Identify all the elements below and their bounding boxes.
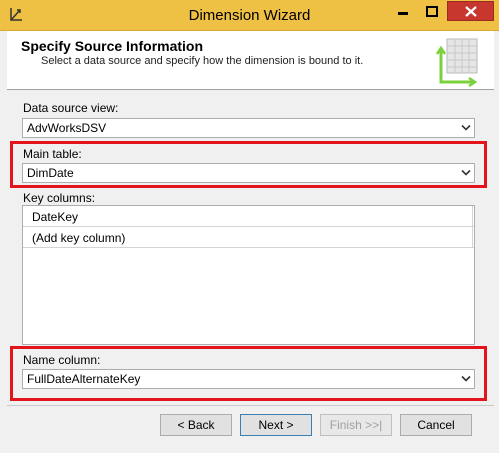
- add-key-column-cell: (Add key column): [32, 231, 126, 245]
- data-source-view-dropdown[interactable]: AdvWorksDSV: [22, 118, 475, 138]
- chevron-down-icon: [461, 124, 471, 131]
- close-button[interactable]: [447, 1, 494, 21]
- key-column-cell: DateKey: [32, 210, 79, 224]
- title-bar[interactable]: Dimension Wizard: [0, 0, 499, 31]
- minimize-icon: [397, 12, 408, 15]
- close-icon: [464, 5, 477, 17]
- name-column-dropdown[interactable]: FullDateAlternateKey: [22, 369, 475, 389]
- page-title: Specify Source Information: [21, 38, 204, 54]
- maximize-button[interactable]: [418, 1, 445, 21]
- key-columns-grid[interactable]: DateKey (Add key column): [22, 205, 475, 345]
- grid-divider: [472, 206, 473, 248]
- dimension-wizard-window: Dimension Wizard Specify Source Informat…: [0, 0, 499, 453]
- back-button[interactable]: < Back: [160, 414, 232, 436]
- table-row[interactable]: (Add key column): [23, 227, 474, 248]
- next-button[interactable]: Next >: [240, 414, 312, 436]
- cancel-button[interactable]: Cancel: [400, 414, 472, 436]
- footer-divider: [7, 405, 494, 406]
- data-source-view-label: Data source view:: [23, 101, 119, 115]
- header-divider: [7, 89, 494, 90]
- chevron-down-icon: [461, 169, 471, 176]
- dimension-cube-icon: [435, 38, 478, 88]
- table-row[interactable]: DateKey: [23, 206, 474, 227]
- data-source-view-value: AdvWorksDSV: [27, 121, 107, 135]
- main-table-dropdown[interactable]: DimDate: [22, 163, 475, 183]
- main-table-value: DimDate: [27, 166, 74, 180]
- chevron-down-icon: [461, 375, 471, 382]
- maximize-icon: [425, 5, 438, 17]
- page-subtitle: Select a data source and specify how the…: [41, 55, 364, 67]
- key-columns-label: Key columns:: [23, 191, 96, 205]
- name-column-label: Name column:: [23, 353, 101, 367]
- main-table-label: Main table:: [23, 147, 82, 161]
- name-column-value: FullDateAlternateKey: [27, 372, 141, 386]
- minimize-button[interactable]: [389, 1, 416, 21]
- wizard-header: Specify Source Information Select a data…: [7, 31, 494, 89]
- finish-button: Finish >>|: [320, 414, 392, 436]
